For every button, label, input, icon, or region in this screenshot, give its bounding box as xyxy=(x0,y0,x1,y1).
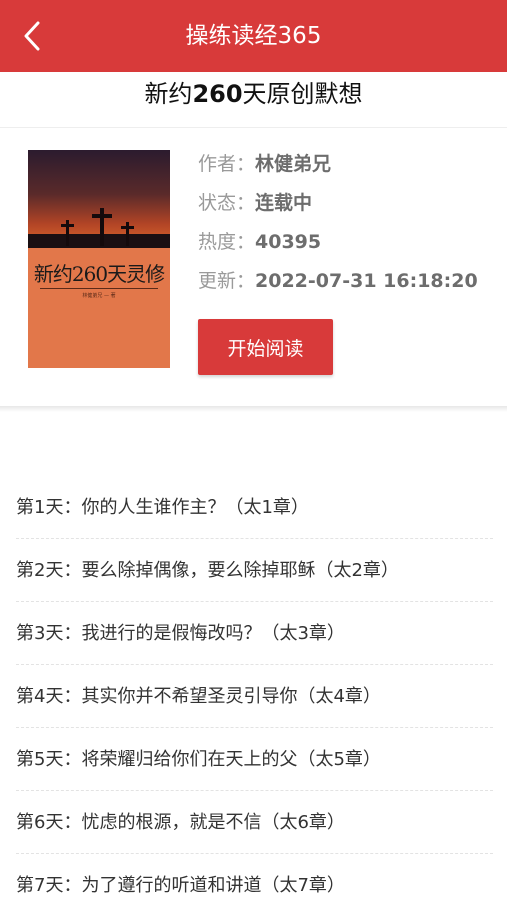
author-value: 林健弟兄 xyxy=(255,153,332,175)
chapter-title: 第1天：你的人生谁作主？（太1章） xyxy=(16,497,309,518)
book-cover-image[interactable]: 新约260天灵修 林健弟兄 — 著 xyxy=(28,150,170,368)
meta-heat: 热度：40395 xyxy=(198,227,321,254)
crosses-illustration xyxy=(28,208,170,248)
chapter-item[interactable]: 第1天：你的人生谁作主？（太1章） xyxy=(0,476,507,539)
top-app-bar: 操练读经365 xyxy=(0,0,507,72)
chapter-item[interactable]: 第6天：忧虑的根源，就是不信（太6章） xyxy=(0,791,507,854)
status-label: 状态： xyxy=(198,192,256,214)
cover-author: 林健弟兄 — 著 xyxy=(82,293,116,299)
chapter-title: 第2天：要么除掉偶像，要么除掉耶稣（太2章） xyxy=(16,560,399,581)
book-title: 新约260天原创默想 xyxy=(0,72,507,128)
chapter-title: 第3天：我进行的是假悔改吗？（太3章） xyxy=(16,623,345,644)
chapter-list: 第1天：你的人生谁作主？（太1章） 第2天：要么除掉偶像，要么除掉耶稣（太2章）… xyxy=(0,476,507,917)
updated-label: 更新： xyxy=(198,270,256,292)
book-title-suffix: 天原创默想 xyxy=(242,80,363,108)
chapter-item[interactable]: 第2天：要么除掉偶像，要么除掉耶稣（太2章） xyxy=(0,539,507,602)
book-title-prefix: 新约 xyxy=(144,80,193,108)
chapter-item[interactable]: 第4天：其实你并不希望圣灵引导你（太4章） xyxy=(0,665,507,728)
start-reading-button[interactable]: 开始阅读 xyxy=(198,319,333,375)
heat-value: 40395 xyxy=(255,231,322,253)
chapter-title: 第7天：为了遵行的听道和讲道（太7章） xyxy=(16,875,345,896)
author-label: 作者： xyxy=(198,153,256,175)
meta-author: 作者：林健弟兄 xyxy=(198,149,331,176)
chapter-item[interactable]: 第5天：将荣耀归给你们在天上的父（太5章） xyxy=(0,728,507,791)
cover-sky xyxy=(28,150,170,248)
chapter-title: 第5天：将荣耀归给你们在天上的父（太5章） xyxy=(16,749,381,770)
meta-status: 状态：连载中 xyxy=(198,188,312,215)
book-title-number: 260 xyxy=(192,80,243,108)
chapter-title: 第4天：其实你并不希望圣灵引导你（太4章） xyxy=(16,686,381,707)
status-value: 连载中 xyxy=(255,192,313,214)
cover-rule xyxy=(40,288,158,289)
cover-title: 新约260天灵修 xyxy=(33,262,165,286)
chapter-item[interactable]: 第7天：为了遵行的听道和讲道（太7章） xyxy=(0,854,507,917)
chapter-title: 第6天：忧虑的根源，就是不信（太6章） xyxy=(16,812,345,833)
section-divider xyxy=(0,406,507,412)
book-info-card: 新约260天灵修 林健弟兄 — 著 作者：林健弟兄 状态：连载中 热度：4039… xyxy=(0,128,507,410)
app-title: 操练读经365 xyxy=(185,23,322,49)
updated-value: 2022-07-31 16:18:20 xyxy=(255,270,478,292)
meta-updated: 更新：2022-07-31 16:18:20 xyxy=(198,266,478,293)
heat-label: 热度： xyxy=(198,231,256,253)
chapter-item[interactable]: 第3天：我进行的是假悔改吗？（太3章） xyxy=(0,602,507,665)
